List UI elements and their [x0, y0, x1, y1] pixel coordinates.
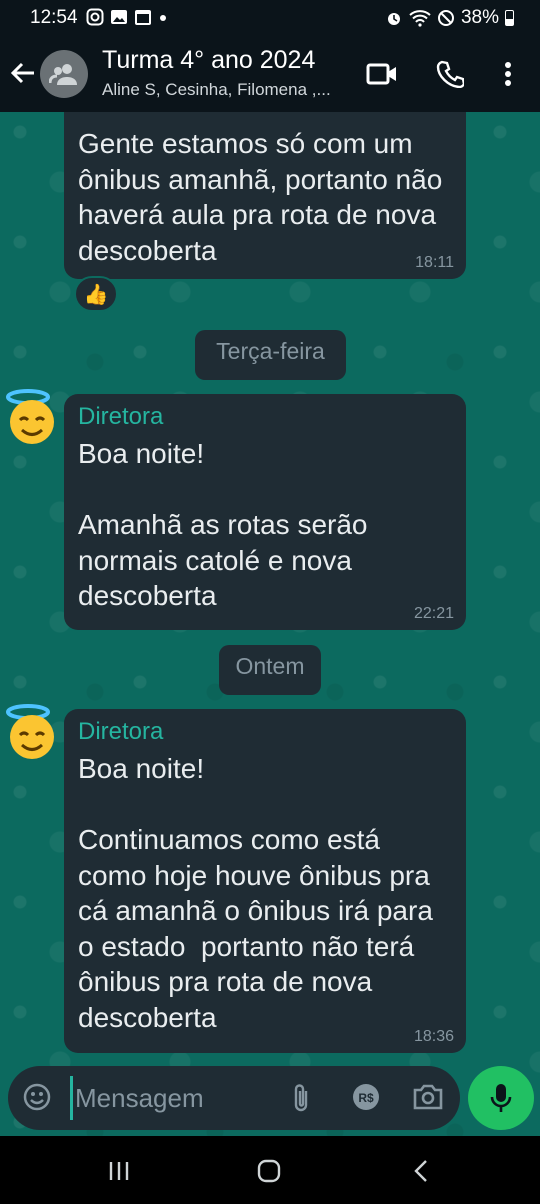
emoji-icon[interactable]	[22, 1082, 52, 1112]
message-composer: R$	[8, 1066, 460, 1130]
sender-name[interactable]: Diretora	[78, 717, 450, 747]
kebab-menu-icon	[505, 62, 511, 86]
home-button[interactable]	[254, 1156, 284, 1186]
voice-message-button[interactable]	[468, 1066, 534, 1130]
more-options-button[interactable]	[492, 58, 524, 90]
attach-icon[interactable]	[290, 1082, 312, 1114]
chat-title[interactable]: Turma 4° ano 2024	[102, 46, 315, 75]
message-text: Boa noite! Amanhã as rotas serão normais…	[78, 438, 368, 611]
back-nav-button[interactable]	[406, 1156, 436, 1186]
message-time: 22:21	[413, 605, 454, 622]
angel-emoji-avatar[interactable]	[2, 703, 60, 761]
message-bubble[interactable]: Diretora Boa noite! Continuamos como est…	[64, 709, 466, 1053]
message-input[interactable]	[70, 1076, 275, 1120]
message-text: Boa noite! Continuamos como está como ho…	[78, 753, 433, 1033]
chat-participants[interactable]: Aline S, Cesinha, Filomena ,...	[102, 80, 331, 100]
group-icon	[49, 64, 77, 85]
alarm-icon	[387, 13, 400, 25]
status-time: 12:54	[30, 7, 78, 28]
chat-header: Turma 4° ano 2024 Aline S, Cesinha, Filo…	[0, 36, 540, 112]
status-bar: 12:54 38%	[0, 0, 540, 36]
battery-icon	[505, 10, 514, 26]
do-not-disturb-icon	[437, 10, 454, 26]
recent-apps-button[interactable]	[104, 1156, 134, 1186]
message-bubble[interactable]: Gente estamos só com um ônibus amanhã, p…	[64, 112, 466, 279]
svg-text:R$: R$	[358, 1091, 374, 1105]
calendar-icon	[135, 10, 151, 25]
angel-emoji-avatar[interactable]	[2, 388, 60, 446]
back-chevron-icon	[414, 1160, 427, 1182]
message-time: 18:11	[415, 254, 454, 271]
recent-apps-icon	[109, 1162, 129, 1180]
payment-icon[interactable]: R$	[351, 1082, 381, 1112]
gallery-icon	[111, 10, 127, 24]
message-reaction[interactable]: 👍	[74, 276, 118, 312]
video-call-button[interactable]	[366, 58, 398, 90]
message-bubble[interactable]: Diretora Boa noite! Amanhã as rotas serã…	[64, 394, 466, 630]
home-icon	[257, 1159, 281, 1183]
camera-icon[interactable]	[412, 1082, 444, 1112]
date-chip: Terça-feira	[195, 330, 346, 380]
voice-call-button[interactable]	[434, 58, 466, 90]
instagram-icon	[86, 8, 104, 26]
battery-percent: 38%	[460, 7, 499, 28]
message-text: Gente estamos só com um ônibus amanhã, p…	[78, 128, 451, 266]
back-arrow-icon[interactable]	[8, 58, 38, 88]
system-nav-bar	[0, 1136, 540, 1204]
microphone-icon	[490, 1084, 512, 1112]
wifi-icon	[409, 10, 431, 27]
date-chip: Ontem	[219, 645, 321, 695]
group-avatar[interactable]	[40, 50, 88, 98]
message-time: 18:36	[413, 1028, 454, 1045]
phone-icon	[436, 60, 464, 88]
sender-name[interactable]: Diretora	[78, 402, 450, 432]
chat-area[interactable]: Gente estamos só com um ônibus amanhã, p…	[0, 112, 540, 1136]
dot-icon	[160, 15, 166, 21]
thumbs-up-icon: 👍	[83, 283, 109, 306]
video-camera-icon	[366, 63, 396, 85]
